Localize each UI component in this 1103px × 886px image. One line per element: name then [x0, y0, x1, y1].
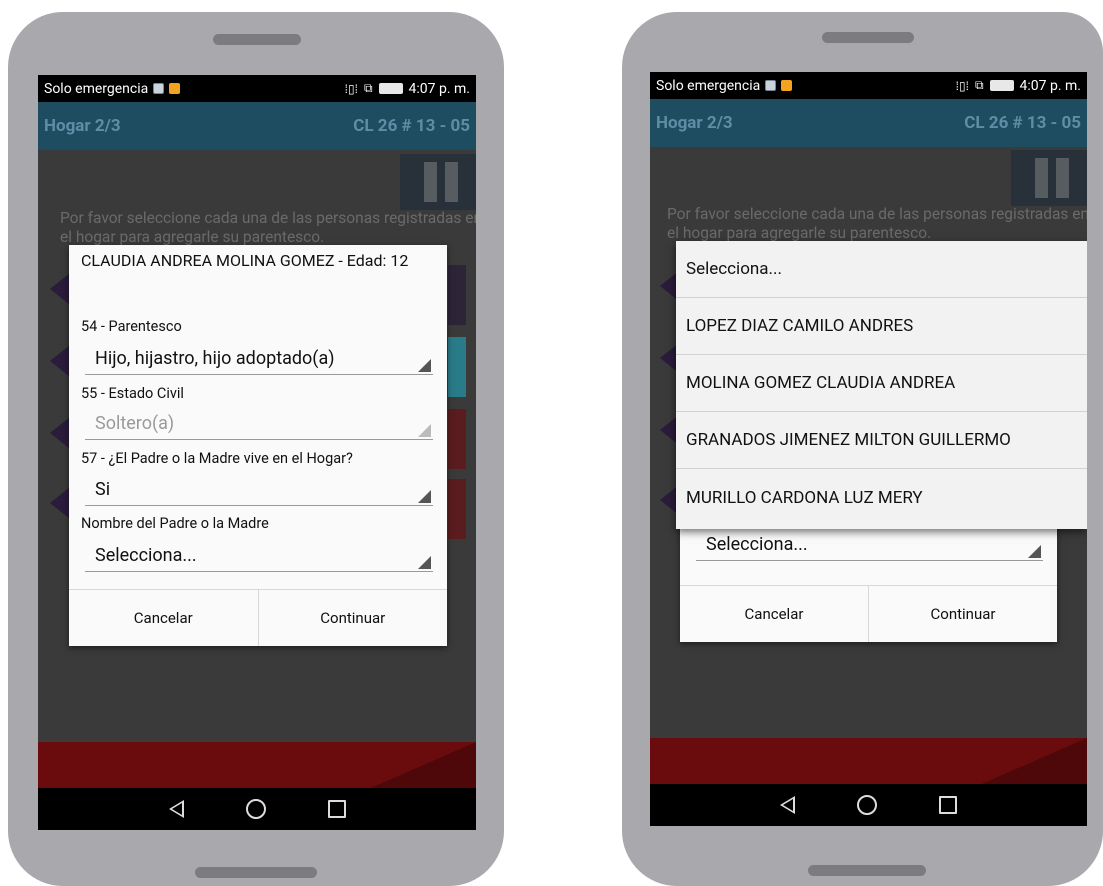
dropdown-caret-icon [1028, 545, 1041, 558]
bottom-bar [38, 742, 476, 790]
parent-name-dropdown-list: Selecciona... LOPEZ DIAZ CAMILO ANDRES M… [676, 241, 1087, 529]
person-card-edge[interactable] [448, 479, 466, 539]
battery-icon [989, 80, 1014, 91]
carrier-text: Solo emergencia [656, 77, 761, 94]
pause-button[interactable] [1011, 150, 1087, 206]
parentesco-value: Hijo, hijastro, hijo adoptado(a) [95, 348, 335, 369]
dropdown-caret-icon [418, 424, 431, 437]
dialog-buttons: Cancelar Continuar [69, 589, 447, 646]
parentesco-label: 54 - Parentesco [81, 318, 182, 335]
padre-madre-hogar-label: 57 - ¿El Padre o la Madre vive en el Hog… [81, 450, 353, 467]
vibrate-icon: ⁞▯⁞ [955, 78, 969, 93]
home-icon[interactable] [857, 795, 877, 815]
image-notification-icon [153, 83, 165, 94]
nombre-padre-madre-value: Selecciona... [95, 545, 197, 566]
speaker-top [822, 32, 914, 43]
status-bar: Solo emergencia ⁞▯⁞ ⧉ 4:07 p. m. [38, 75, 476, 102]
relationship-dialog: CLAUDIA ANDREA MOLINA GOMEZ - Edad: 12 5… [69, 245, 447, 646]
right-screen: Solo emergencia ⁞▯⁞ ⧉ 4:07 p. m. Hogar 2… [650, 72, 1087, 826]
dropdown-caret-icon [418, 556, 431, 569]
message-notification-icon [169, 83, 181, 94]
battery-icon [378, 83, 403, 94]
clock-text: 4:07 p. m. [1019, 77, 1081, 94]
instructions-text: Por favor seleccione cada una de las per… [60, 209, 476, 246]
copy-icon: ⧉ [363, 81, 373, 95]
nombre-padre-madre-select[interactable]: Selecciona... [696, 532, 1043, 561]
nav-bar [38, 788, 476, 830]
carrier-text: Solo emergencia [44, 80, 149, 97]
vibrate-icon: ⁞▯⁞ [344, 81, 358, 96]
dropdown-option[interactable]: Selecciona... [676, 241, 1087, 298]
message-notification-icon [781, 80, 793, 91]
pause-icon [1035, 158, 1048, 198]
cancel-button[interactable]: Cancelar [680, 586, 869, 642]
status-bar: Solo emergencia ⁞▯⁞ ⧉ 4:07 p. m. [650, 72, 1087, 99]
padre-madre-hogar-value: Si [95, 479, 111, 500]
estado-civil-select: Soltero(a) [85, 411, 433, 440]
continue-button[interactable]: Continuar [259, 590, 448, 646]
cancel-button[interactable]: Cancelar [69, 590, 259, 646]
dropdown-caret-icon [418, 359, 431, 372]
app-header: Hogar 2/3 CL 26 # 13 - 05 [38, 102, 476, 150]
bottom-bar [650, 738, 1087, 786]
nombre-padre-madre-label: Nombre del Padre o la Madre [81, 515, 269, 532]
copy-icon: ⧉ [974, 78, 984, 92]
bottom-bar-accent [366, 742, 476, 790]
person-card-edge[interactable] [448, 337, 466, 397]
dropdown-option[interactable]: GRANADOS JIMENEZ MILTON GUILLERMO [676, 412, 1087, 469]
dropdown-caret-icon [418, 490, 431, 503]
dropdown-option[interactable]: MOLINA GOMEZ CLAUDIA ANDREA [676, 355, 1087, 412]
recent-apps-icon[interactable] [939, 796, 957, 814]
page-title: Hogar 2/3 [44, 116, 121, 136]
speaker-bottom [195, 867, 317, 878]
nombre-padre-madre-select[interactable]: Selecciona... [85, 543, 433, 572]
person-card-edge[interactable] [448, 265, 466, 325]
back-icon[interactable] [168, 800, 184, 818]
dialog-buttons: Cancelar Continuar [680, 585, 1057, 642]
address-label: CL 26 # 13 - 05 [964, 113, 1081, 133]
estado-civil-value: Soltero(a) [95, 413, 175, 434]
clock-text: 4:07 p. m. [408, 80, 470, 97]
nav-bar [650, 784, 1087, 826]
address-label: CL 26 # 13 - 05 [353, 116, 470, 136]
continue-button[interactable]: Continuar [869, 586, 1057, 642]
bottom-bar-accent [977, 738, 1087, 786]
pause-icon-bar [1056, 158, 1069, 198]
parentesco-select[interactable]: Hijo, hijastro, hijo adoptado(a) [85, 346, 433, 375]
home-icon[interactable] [245, 799, 266, 819]
dialog-title: CLAUDIA ANDREA MOLINA GOMEZ - Edad: 12 [81, 251, 409, 270]
pause-icon [424, 162, 437, 202]
dropdown-option[interactable]: LOPEZ DIAZ CAMILO ANDRES [676, 298, 1087, 355]
back-icon[interactable] [780, 796, 795, 814]
image-notification-icon [765, 80, 777, 91]
speaker-top [213, 34, 301, 45]
instructions-text: Por favor seleccione cada una de las per… [667, 205, 1087, 242]
recent-apps-icon[interactable] [327, 800, 346, 818]
pause-button[interactable] [400, 154, 476, 210]
speaker-bottom [808, 865, 926, 876]
app-header: Hogar 2/3 CL 26 # 13 - 05 [650, 99, 1087, 147]
dropdown-option[interactable]: MURILLO CARDONA LUZ MERY [676, 469, 1087, 526]
page-title: Hogar 2/3 [656, 113, 733, 133]
estado-civil-label: 55 - Estado Civil [81, 385, 184, 402]
padre-madre-hogar-select[interactable]: Si [85, 477, 433, 506]
pause-icon-bar [445, 162, 458, 202]
nombre-padre-madre-value: Selecciona... [706, 534, 808, 555]
person-card-edge[interactable] [448, 409, 466, 469]
left-screen: Solo emergencia ⁞▯⁞ ⧉ 4:07 p. m. Hogar 2… [38, 75, 476, 830]
